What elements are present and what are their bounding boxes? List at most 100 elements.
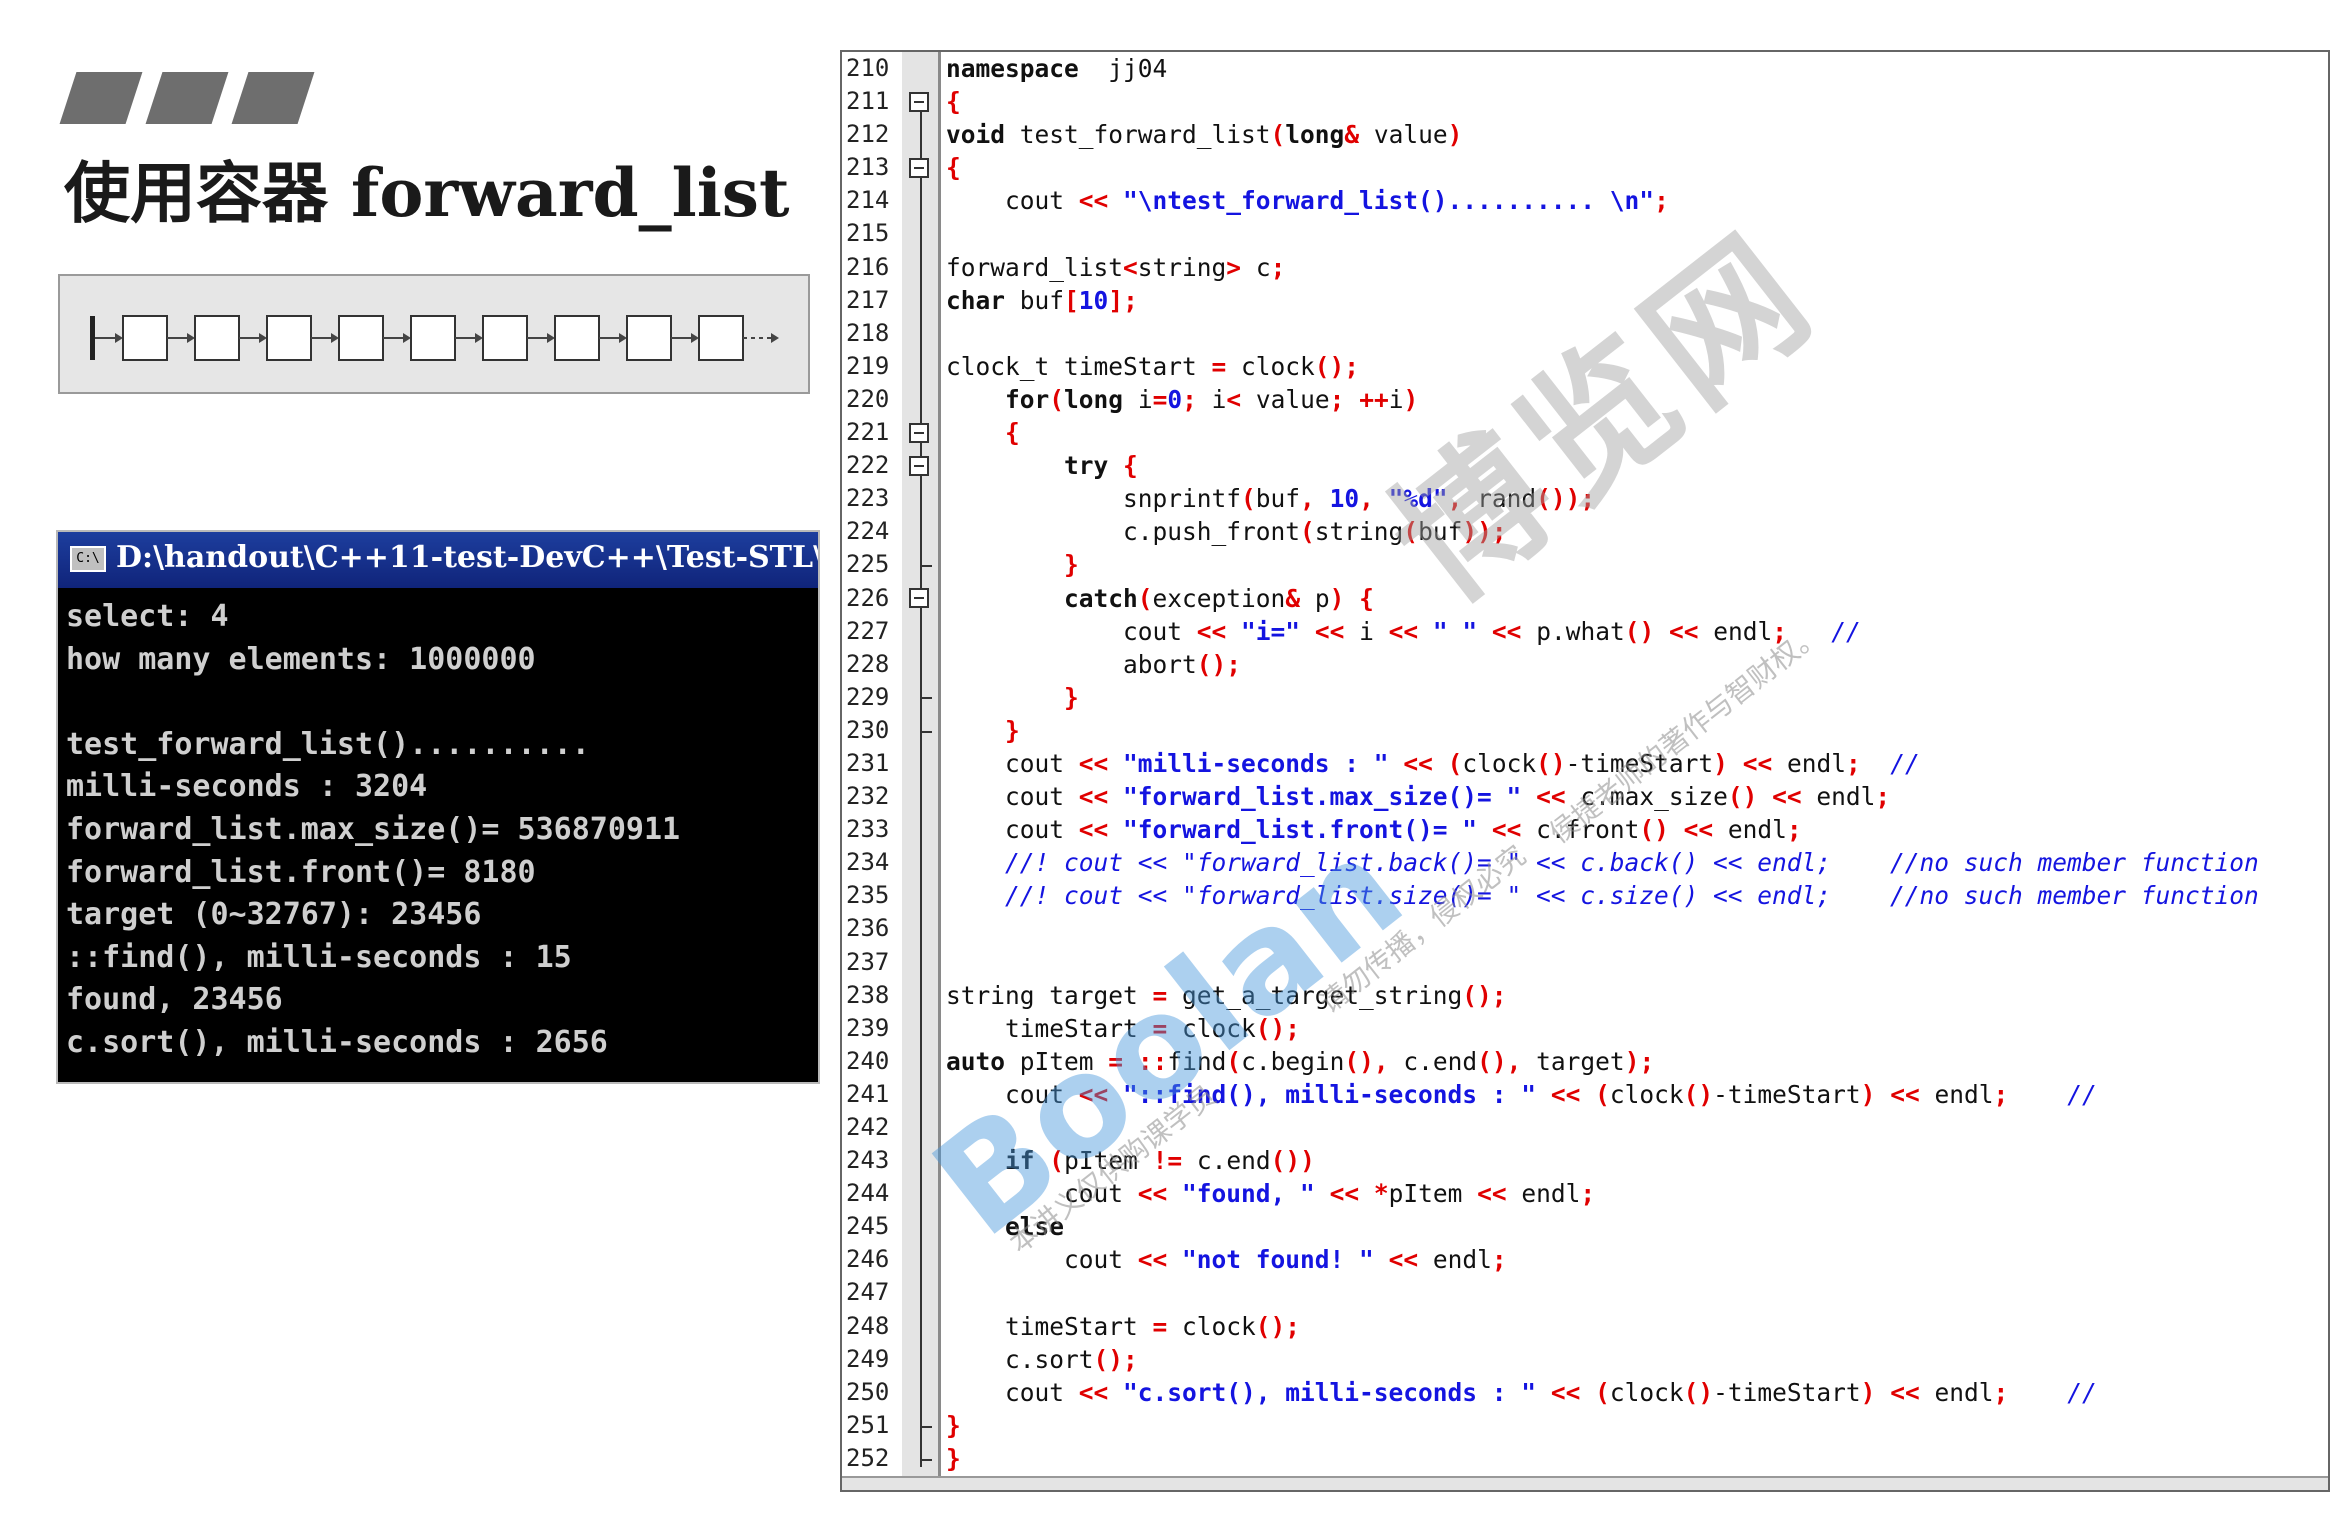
code-token: } xyxy=(1064,682,1079,712)
code-token: endl xyxy=(1772,748,1846,778)
code-line: 236 xyxy=(842,912,2328,945)
code-token: << xyxy=(1683,815,1714,845)
code-token: << xyxy=(1550,1079,1581,1109)
code-token: // xyxy=(2067,1377,2097,1407)
node-link-arrowhead xyxy=(403,333,411,343)
code-token: ( xyxy=(1241,484,1256,514)
code-token: [ xyxy=(1064,285,1079,315)
code-token: c xyxy=(1241,252,1271,282)
console-line: found, 23456 xyxy=(66,982,283,1018)
code-token: "\ntest_forward_list().......... \n" xyxy=(1123,186,1655,216)
code-token: << xyxy=(1550,1377,1581,1407)
line-number: 245 xyxy=(846,1212,890,1241)
console-line: forward_list.front()= 8180 xyxy=(66,854,536,890)
list-node xyxy=(626,315,672,361)
code-token: -timeStart xyxy=(1713,1377,1861,1407)
code-token: cout xyxy=(946,616,1197,646)
code-token: try xyxy=(1064,451,1109,481)
code-token: } xyxy=(946,1410,961,1440)
line-number: 236 xyxy=(846,914,890,943)
code-token: << xyxy=(1329,1179,1360,1209)
code-token: ) xyxy=(1860,1377,1876,1407)
code-token: << xyxy=(1772,782,1802,812)
code-line: 226 catch(exception& p) { xyxy=(842,582,2328,615)
code-token: "not found! " xyxy=(1182,1245,1374,1275)
code-token: ( xyxy=(1049,384,1065,414)
code-token: ( xyxy=(1595,1377,1610,1407)
code-token: "c.sort(), milli-seconds : " xyxy=(1123,1377,1537,1407)
code-token: endl xyxy=(1801,782,1876,812)
node-link-arrowhead xyxy=(547,333,555,343)
code-token: ; xyxy=(1182,384,1197,414)
list-head-marker xyxy=(90,316,95,360)
code-token: 0 xyxy=(1167,384,1183,414)
code-token: catch xyxy=(1064,583,1138,613)
list-node xyxy=(122,315,168,361)
line-number: 221 xyxy=(846,418,890,447)
line-number: 235 xyxy=(846,881,890,910)
cmd-icon: C:\ xyxy=(70,546,106,572)
line-number: 216 xyxy=(846,252,890,281)
code-token: jj04 xyxy=(1078,54,1168,83)
code-token: { xyxy=(946,87,961,117)
code-text: clock_t timeStart = clock(); xyxy=(946,350,1359,383)
code-text: c.sort(); xyxy=(946,1343,1138,1376)
line-number: 246 xyxy=(846,1245,890,1274)
code-token: cout xyxy=(946,1377,1079,1407)
list-tail-arrowhead xyxy=(771,333,779,343)
line-number: 230 xyxy=(846,715,890,744)
code-line: 234 //! cout << "forward_list.back()= " … xyxy=(842,846,2328,879)
code-token: string xyxy=(1137,252,1227,282)
line-number: 247 xyxy=(846,1278,890,1307)
code-token: (), xyxy=(1477,1046,1522,1076)
console-titlebar[interactable]: C:\ D:\handout\C++11-test-DevC++\Test-ST… xyxy=(58,532,818,588)
code-token: value xyxy=(1359,120,1448,150)
code-token: abort xyxy=(946,649,1197,679)
code-line: 229 } xyxy=(842,681,2328,714)
code-token: ; xyxy=(1875,782,1891,812)
code-token: clock xyxy=(1609,1079,1684,1109)
code-line: 235 //! cout << "forward_list.size()= " … xyxy=(842,879,2328,912)
code-token: () xyxy=(1683,1079,1714,1109)
node-link-arrowhead xyxy=(475,333,483,343)
code-token: "found, " xyxy=(1182,1179,1315,1209)
code-token: (); xyxy=(1093,1344,1138,1374)
code-token: "milli-seconds : " xyxy=(1123,748,1389,778)
code-token: } xyxy=(1005,715,1020,745)
code-text: } xyxy=(946,1409,961,1442)
code-token: test_forward_list xyxy=(1005,120,1271,150)
code-lines: 210 namespace jj04 211 {212 void test_forwar… xyxy=(842,52,2328,1475)
code-token: << xyxy=(1668,616,1699,646)
code-token: c.push_front xyxy=(946,517,1301,547)
code-token: endl xyxy=(1698,616,1773,646)
code-token: clock_t timeStart xyxy=(946,351,1212,381)
code-token: = xyxy=(1211,351,1227,381)
code-token: endl xyxy=(1919,1377,1994,1407)
code-token: ( xyxy=(1137,583,1153,613)
code-token: << xyxy=(1078,748,1109,778)
code-token: ); xyxy=(1624,1046,1655,1076)
code-text: cout << "milli-seconds : " << (clock()-t… xyxy=(946,747,1920,780)
code-token: = xyxy=(1152,384,1168,414)
code-token: ( xyxy=(1595,1079,1610,1109)
list-node xyxy=(194,315,240,361)
code-line: 215 xyxy=(842,217,2328,250)
slide-title: 使用容器 forward_list xyxy=(64,154,790,232)
code-token: & xyxy=(1344,120,1360,150)
code-token: namespace xyxy=(946,54,1079,83)
code-token: value xyxy=(1241,384,1330,414)
code-token: ; xyxy=(1993,1377,2009,1407)
node-link-arrowhead xyxy=(691,333,699,343)
code-token: cout xyxy=(946,186,1079,216)
code-token: << xyxy=(1388,1245,1419,1275)
